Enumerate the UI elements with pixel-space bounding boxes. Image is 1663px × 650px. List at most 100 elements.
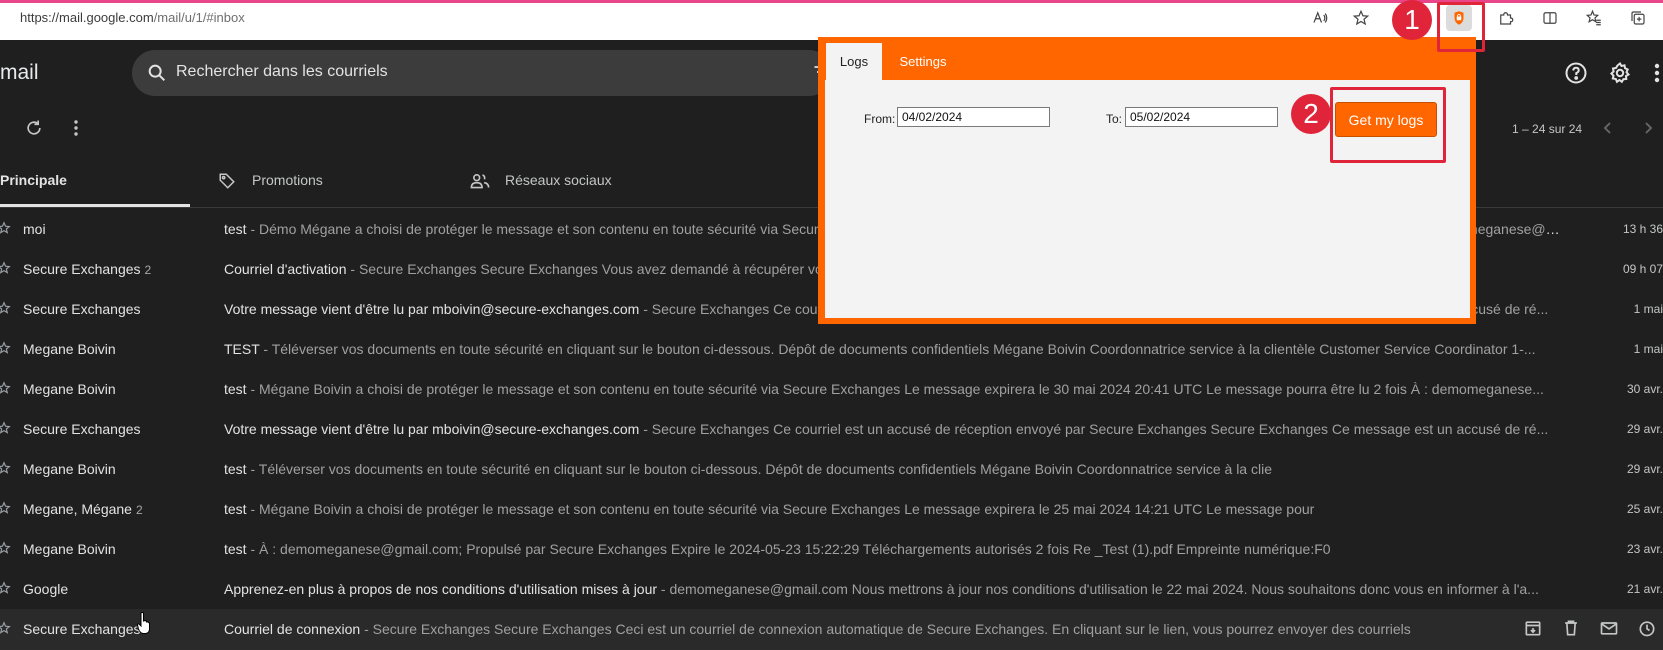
refresh-icon[interactable]: [24, 118, 44, 138]
tag-icon: [218, 172, 236, 190]
sender-name: Secure Exchanges: [23, 421, 141, 437]
search-icon[interactable]: [146, 62, 168, 84]
email-snippet: - À : demomeganese@gmail.com; Propulsé p…: [246, 541, 1331, 557]
email-preview: TEST - Téléverser vos documents en toute…: [224, 341, 1564, 357]
email-preview: Courriel de connexion - Secure Exchanges…: [224, 621, 1564, 637]
email-subject: test: [224, 501, 247, 517]
email-sender: Google: [23, 581, 72, 597]
email-row[interactable]: Megane, Mégane 2 test - Mégane Boivin a ch…: [0, 489, 1663, 530]
prev-page-icon[interactable]: [1600, 120, 1616, 136]
url-path: /mail/u/1/#inbox: [153, 10, 245, 25]
email-snippet: - Téléverser vos documents en toute sécu…: [246, 461, 1272, 477]
star-icon[interactable]: [0, 341, 11, 355]
email-preview: test - Mégane Boivin a choisi de protége…: [224, 381, 1564, 397]
email-snippet: - Mégane Boivin a choisi de protéger le …: [246, 501, 1315, 517]
email-date: 25 avr.: [1626, 502, 1663, 516]
email-sender: Secure Exchanges: [23, 301, 145, 317]
tab-settings[interactable]: Settings: [890, 43, 956, 80]
email-row[interactable]: Megane Boivin test - Téléverser vos docum…: [0, 449, 1663, 490]
star-icon[interactable]: [0, 461, 11, 475]
url-base: https://mail.google.com: [20, 10, 154, 25]
extensions-puzzle-icon[interactable]: [1493, 5, 1519, 31]
email-sender: Megane Boivin: [23, 381, 120, 397]
tab-promotions[interactable]: Promotions: [252, 172, 323, 188]
people-icon: [470, 172, 490, 190]
email-date: 29 avr.: [1626, 462, 1663, 476]
email-sender: Secure Exchanges 2: [23, 261, 151, 277]
star-icon[interactable]: [0, 381, 11, 395]
sender-name: moi: [23, 221, 46, 237]
email-sender: Megane Boivin: [23, 341, 120, 357]
email-preview: test - Téléverser vos documents en toute…: [224, 461, 1564, 477]
tab-principale[interactable]: Principale: [0, 172, 67, 188]
email-snippet: - Secure Exchanges Secure Exchanges Ceci…: [360, 621, 1411, 637]
email-preview: Apprenez-en plus à propos de nos conditi…: [224, 581, 1564, 597]
row-hover-actions: [1523, 618, 1657, 638]
collections-icon[interactable]: [1625, 5, 1651, 31]
star-icon[interactable]: [0, 221, 11, 235]
email-row[interactable]: Secure Exchanges Courriel de connexion - …: [0, 609, 1663, 650]
sender-name: Secure Exchanges: [23, 261, 141, 277]
sender-name: Megane Boivin: [23, 341, 116, 357]
email-sender: Megane Boivin: [23, 541, 120, 557]
favorites-icon[interactable]: [1581, 5, 1607, 31]
email-row[interactable]: Secure Exchanges Votre message vient d'êt…: [0, 409, 1663, 450]
to-label: To:: [1106, 112, 1123, 126]
sender-name: Secure Exchanges: [23, 621, 141, 637]
star-icon[interactable]: [0, 421, 11, 435]
email-date: 1 mai: [1633, 342, 1663, 356]
tab-reseaux-sociaux[interactable]: Réseaux sociaux: [505, 172, 612, 188]
snooze-icon[interactable]: [1637, 618, 1657, 638]
email-row[interactable]: Google Apprenez-en plus à propos de nos c…: [0, 569, 1663, 610]
delete-icon[interactable]: [1561, 618, 1581, 638]
email-subject: Courriel de connexion: [224, 621, 361, 637]
tab-logs[interactable]: Logs: [826, 43, 882, 80]
help-icon[interactable]: [1564, 61, 1588, 85]
email-row[interactable]: Megane Boivin test - Mégane Boivin a choi…: [0, 369, 1663, 410]
email-preview: test - Mégane Boivin a choisi de protége…: [224, 501, 1564, 517]
step-badge-1: 1: [1392, 0, 1432, 40]
email-date: 29 avr.: [1626, 422, 1663, 436]
settings-gear-icon[interactable]: [1608, 61, 1632, 85]
email-row[interactable]: Megane Boivin TEST - Téléverser vos docum…: [0, 329, 1663, 370]
sender-name: Megane, Mégane: [23, 501, 132, 517]
more-options-icon[interactable]: [66, 118, 86, 138]
next-page-icon[interactable]: [1640, 120, 1656, 136]
email-subject: test: [224, 381, 247, 397]
email-date: 23 avr.: [1626, 542, 1663, 556]
star-icon[interactable]: [0, 581, 11, 595]
star-icon[interactable]: [0, 501, 11, 515]
step-badge-2: 2: [1291, 94, 1331, 134]
apps-menu-icon[interactable]: [1652, 62, 1662, 84]
search-input[interactable]: Rechercher dans les courriels: [176, 63, 388, 81]
email-sender: Megane, Mégane 2: [23, 501, 143, 517]
star-icon[interactable]: [0, 541, 11, 555]
highlight-get-logs-button: [1330, 87, 1446, 163]
gmail-logo[interactable]: mail: [0, 61, 39, 85]
thread-count: 2: [144, 263, 152, 277]
email-subject: TEST: [224, 341, 260, 357]
pagination-count: 1 – 24 sur 24: [1512, 122, 1583, 136]
thread-count: 2: [135, 503, 143, 517]
to-date-field[interactable]: 05/02/2024: [1125, 107, 1278, 127]
star-icon[interactable]: [0, 621, 11, 635]
sender-name: Megane Boivin: [23, 541, 116, 557]
mark-read-icon[interactable]: [1599, 618, 1619, 638]
email-subject: Apprenez-en plus à propos de nos conditi…: [224, 581, 658, 597]
favorite-star-icon[interactable]: [1348, 5, 1374, 31]
archive-icon[interactable]: [1523, 618, 1543, 638]
read-aloud-icon[interactable]: [1307, 5, 1333, 31]
email-snippet: - Secure Exchanges Ce courriel est un ac…: [639, 421, 1549, 437]
email-subject: test: [224, 461, 247, 477]
address-bar-url[interactable]: https://mail.google.com/mail/u/1/#inbox: [20, 10, 245, 25]
star-icon[interactable]: [0, 301, 11, 315]
email-subject: Courriel d'activation: [224, 261, 347, 277]
email-snippet: - Téléverser vos documents en toute sécu…: [259, 341, 1536, 357]
split-screen-icon[interactable]: [1537, 5, 1563, 31]
email-row[interactable]: Megane Boivin test - À : demomeganese@gma…: [0, 529, 1663, 570]
sender-name: Megane Boivin: [23, 461, 116, 477]
email-subject: Votre message vient d'être lu par mboivi…: [224, 301, 640, 317]
email-snippet: - demomeganese@gmail.com Nous mettrons à…: [657, 581, 1539, 597]
star-icon[interactable]: [0, 261, 11, 275]
from-date-field[interactable]: 04/02/2024: [897, 107, 1050, 127]
